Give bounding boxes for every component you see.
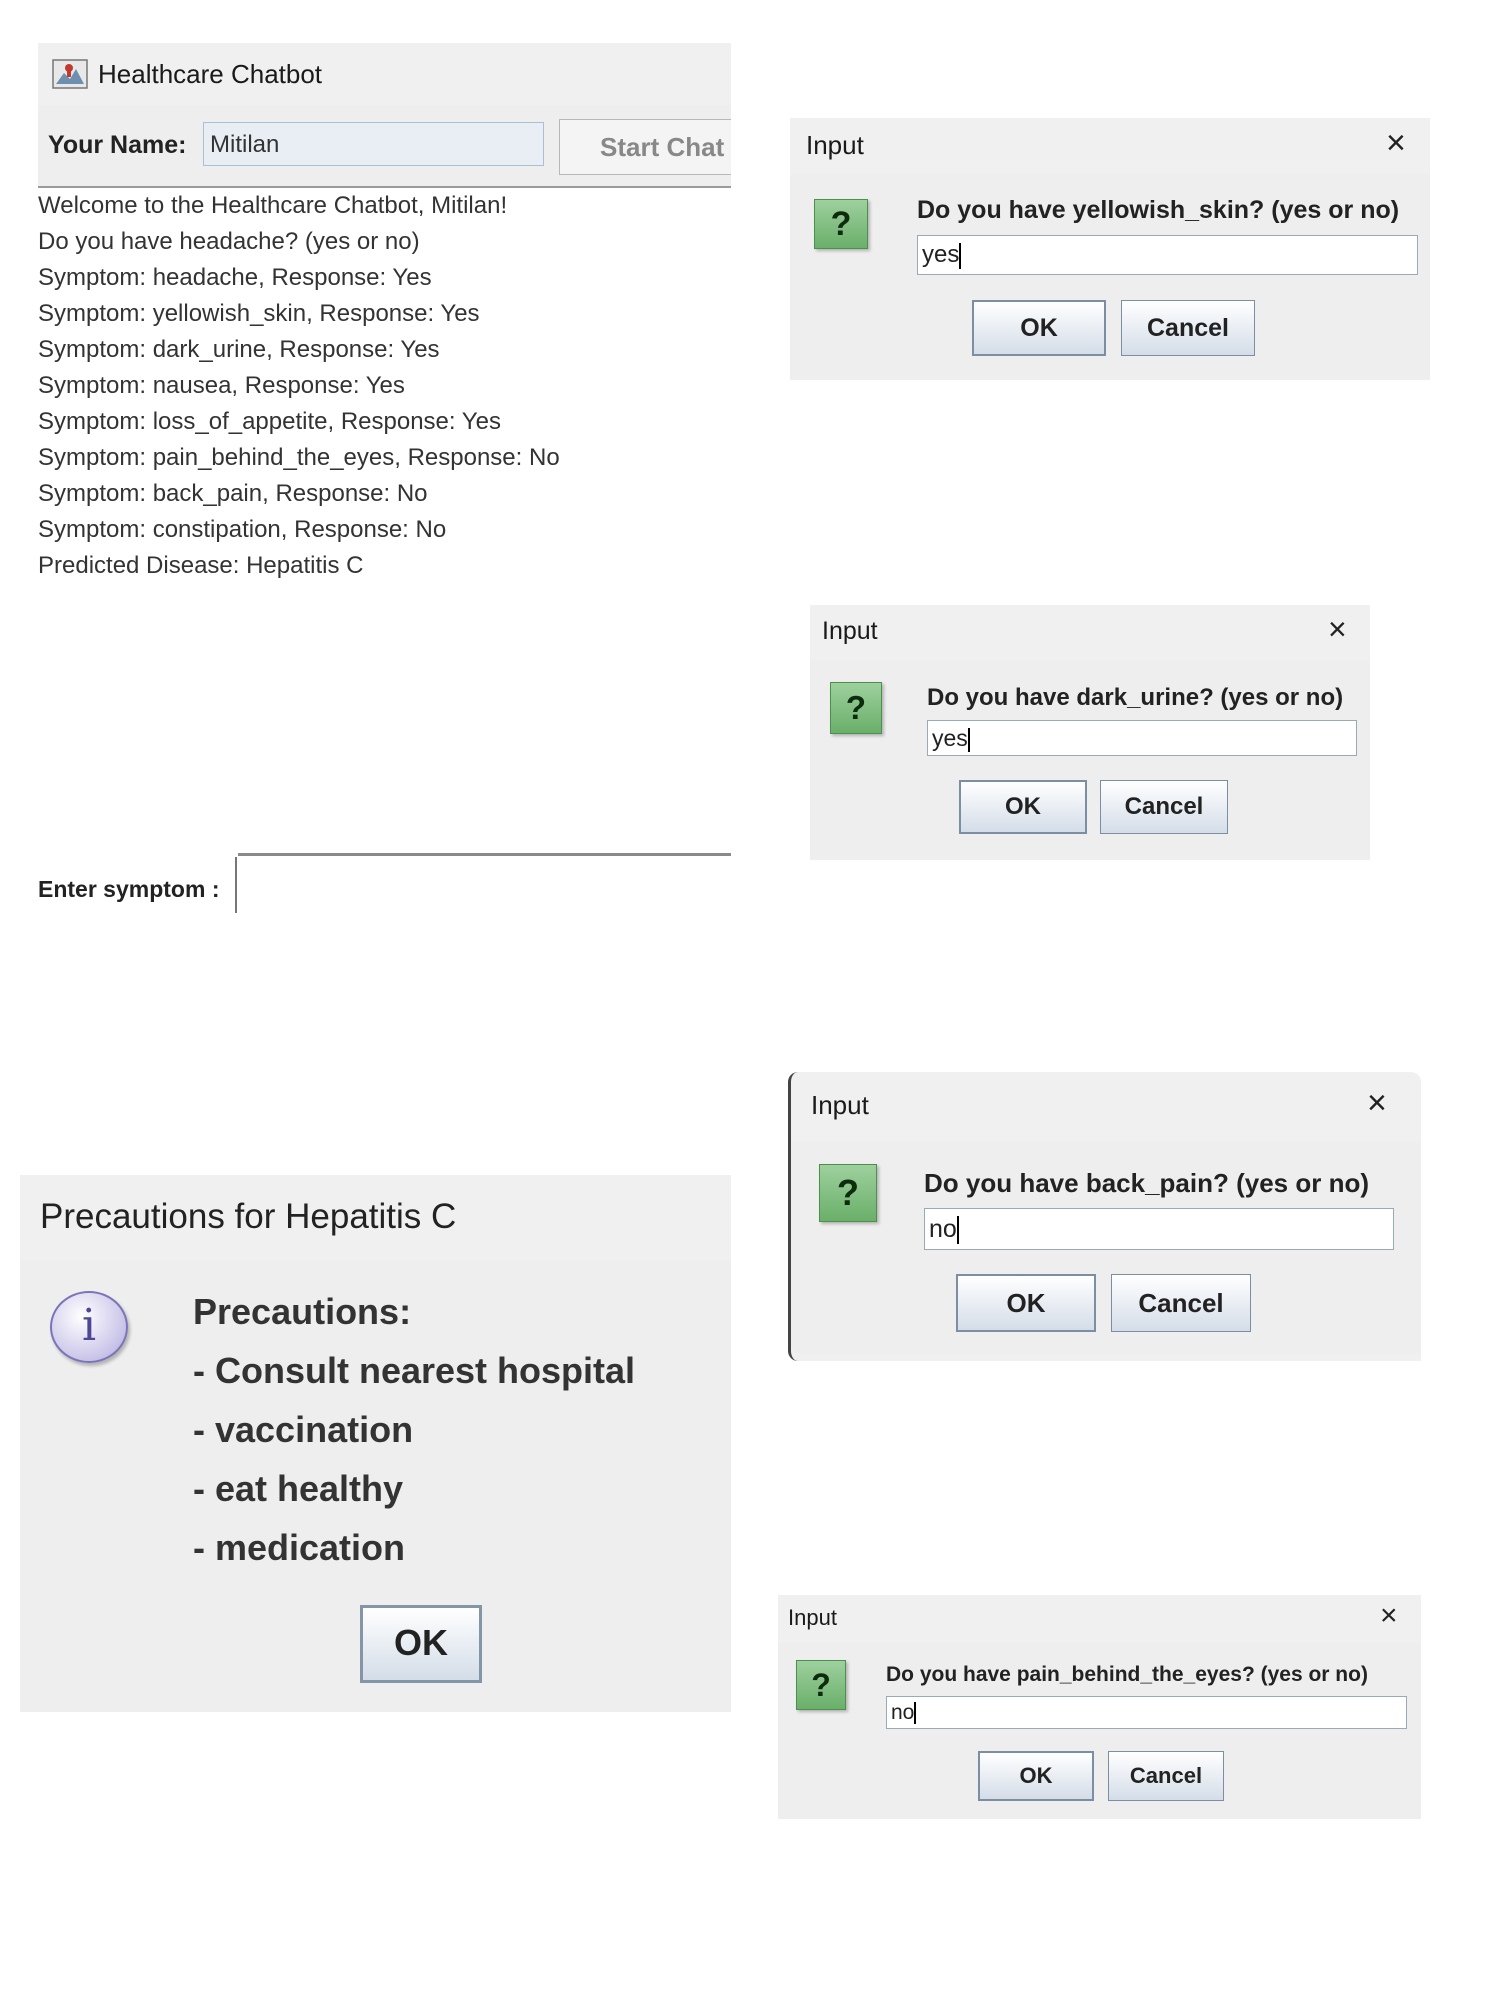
answer-value: no — [891, 1701, 915, 1724]
dialog-body: ? Do you have yellowish_skin? (yes or no… — [790, 174, 1430, 380]
symptom-label: Enter symptom : — [38, 876, 220, 902]
cancel-button[interactable]: Cancel — [1108, 1751, 1224, 1801]
name-input[interactable]: Mitilan — [203, 122, 544, 166]
question-icon: ? — [814, 199, 868, 249]
input-dialog-yellowish-skin: Input × ? Do you have yellowish_skin? (y… — [790, 118, 1430, 380]
answer-input[interactable]: no — [886, 1696, 1407, 1729]
cancel-button[interactable]: Cancel — [1111, 1274, 1251, 1332]
dialog-title: Input — [806, 130, 864, 160]
ok-button[interactable]: OK — [972, 300, 1106, 356]
chat-line: Symptom: dark_urine, Response: Yes — [38, 336, 440, 363]
dialog-title: Input — [822, 617, 878, 645]
app-icon — [52, 59, 88, 89]
chat-log: Welcome to the Healthcare Chatbot, Mitil… — [38, 188, 731, 848]
name-toolbar: Your Name: Mitilan Start Chat — [38, 105, 731, 188]
chat-line: Symptom: loss_of_appetite, Response: Yes — [38, 408, 501, 435]
question-icon: ? — [819, 1164, 877, 1222]
answer-value: yes — [932, 725, 968, 751]
close-icon[interactable]: × — [1380, 1601, 1398, 1631]
answer-input[interactable]: yes — [927, 720, 1357, 756]
question-icon: ? — [830, 682, 882, 734]
name-label: Your Name: — [48, 131, 187, 159]
cancel-button[interactable]: Cancel — [1100, 780, 1228, 834]
text-caret — [914, 1702, 917, 1725]
ok-button[interactable]: OK — [978, 1751, 1094, 1801]
precautions-dialog: Precautions for Hepatitis C i Precaution… — [20, 1175, 731, 1712]
ok-button[interactable]: OK — [959, 780, 1087, 834]
dialog-body: ? Do you have dark_urine? (yes or no) ye… — [810, 660, 1370, 860]
chat-line: Welcome to the Healthcare Chatbot, Mitil… — [38, 192, 508, 219]
precaution-item: - medication — [193, 1527, 406, 1568]
chat-line: Symptom: pain_behind_the_eyes, Response:… — [38, 444, 560, 471]
cancel-button[interactable]: Cancel — [1121, 300, 1255, 356]
dialog-question: Do you have yellowish_skin? (yes or no) — [917, 196, 1400, 224]
predicted-disease: Predicted Disease: Hepatitis C — [38, 552, 364, 579]
ok-button[interactable]: OK — [956, 1274, 1096, 1332]
precaution-item: - vaccination — [193, 1409, 414, 1450]
close-icon[interactable]: × — [1386, 126, 1406, 160]
window-title: Healthcare Chatbot — [98, 58, 323, 89]
window-titlebar: Healthcare Chatbot — [38, 43, 731, 105]
symptom-entry-row: Enter symptom : — [38, 853, 731, 913]
divider — [238, 853, 731, 856]
text-caret — [959, 242, 962, 269]
text-caret — [956, 1216, 959, 1245]
dialog-body: ? Do you have back_pain? (yes or no) no … — [791, 1142, 1421, 1354]
dialog-body: ? Do you have pain_behind_the_eyes? (yes… — [778, 1643, 1421, 1819]
symptom-input[interactable] — [235, 857, 733, 913]
chatbot-window: Healthcare Chatbot Your Name: Mitilan St… — [38, 43, 731, 913]
input-dialog-back-pain: Input × ? Do you have back_pain? (yes or… — [788, 1072, 1421, 1361]
dialog-title: Precautions for Hepatitis C — [40, 1197, 457, 1236]
dialog-title: Input — [811, 1090, 869, 1120]
question-icon: ? — [796, 1660, 846, 1710]
ok-button[interactable]: OK — [360, 1605, 482, 1683]
text-caret — [967, 727, 970, 752]
dialog-question: Do you have back_pain? (yes or no) — [924, 1168, 1369, 1198]
answer-input[interactable]: no — [924, 1208, 1394, 1250]
input-dialog-pain-behind-eyes: Input × ? Do you have pain_behind_the_ey… — [778, 1595, 1421, 1819]
dialog-question: Do you have dark_urine? (yes or no) — [927, 684, 1344, 711]
info-icon: i — [50, 1291, 128, 1363]
close-icon[interactable]: × — [1328, 613, 1347, 645]
chat-line: Symptom: headache, Response: Yes — [38, 264, 432, 291]
chat-line: Symptom: nausea, Response: Yes — [38, 372, 405, 399]
start-chat-button[interactable]: Start Chat — [559, 119, 731, 175]
precaution-item: - Consult nearest hospital — [193, 1350, 636, 1391]
answer-input[interactable]: yes — [917, 235, 1418, 275]
chat-line: Symptom: constipation, Response: No — [38, 516, 447, 543]
precaution-item: - eat healthy — [193, 1468, 404, 1509]
dialog-question: Do you have pain_behind_the_eyes? (yes o… — [886, 1663, 1368, 1686]
dialog-title: Input — [788, 1605, 837, 1630]
answer-value: yes — [922, 241, 960, 268]
chat-line: Do you have headache? (yes or no) — [38, 228, 420, 255]
close-icon[interactable]: × — [1367, 1086, 1387, 1120]
chat-line: Symptom: back_pain, Response: No — [38, 480, 428, 507]
dialog-titlebar: Precautions for Hepatitis C — [20, 1175, 731, 1260]
precautions-heading: Precautions: — [193, 1291, 412, 1332]
answer-value: no — [929, 1215, 957, 1243]
input-dialog-dark-urine: Input × ? Do you have dark_urine? (yes o… — [810, 605, 1370, 860]
chat-line: Symptom: yellowish_skin, Response: Yes — [38, 300, 480, 327]
